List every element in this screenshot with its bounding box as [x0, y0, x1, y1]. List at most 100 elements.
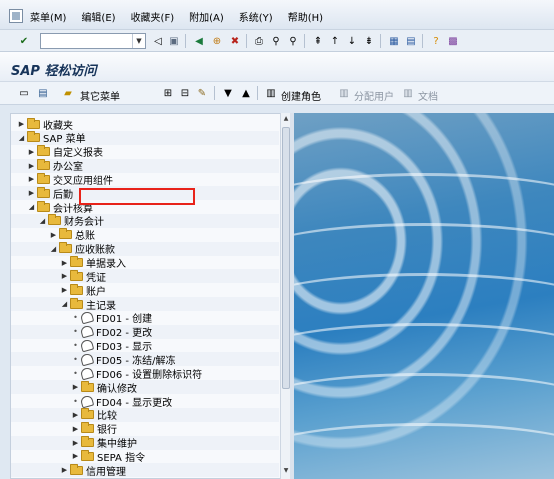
documentation-button[interactable]: 文档: [418, 88, 438, 103]
tree-node-transaction[interactable]: • FD04 - 显示更改: [71, 394, 172, 409]
create-shortcut-icon[interactable]: ▤: [403, 33, 419, 49]
tree-node-folder[interactable]: ▶ 办公室: [27, 159, 83, 173]
transaction-cube-icon: [79, 352, 95, 367]
collapsed-arrow-icon[interactable]: ▶: [17, 120, 26, 128]
expanded-arrow-icon[interactable]: ◢: [60, 300, 69, 308]
edit-pencil-icon[interactable]: ✎: [194, 85, 210, 101]
tree-node-folder[interactable]: ◢ 财务会计: [38, 214, 104, 229]
chevron-down-icon[interactable]: ▼: [132, 34, 145, 48]
delete-favorite-icon[interactable]: ⊟: [177, 85, 193, 101]
new-session-icon[interactable]: ▦: [386, 33, 402, 49]
help-icon[interactable]: ?: [428, 33, 444, 49]
tree-node-label: 信用管理: [86, 466, 126, 478]
collapsed-arrow-icon[interactable]: ▶: [27, 162, 36, 170]
tree-node-transaction[interactable]: • FD02 - 更改: [71, 324, 152, 339]
tree-node-transaction[interactable]: • FD01 - 创建: [71, 311, 152, 325]
tree-node-label: SAP 菜单: [43, 134, 86, 146]
tree-node-folder[interactable]: ▶ 银行: [71, 422, 117, 436]
tree-node-folder[interactable]: ▶ 总账: [49, 228, 95, 242]
exit-icon[interactable]: ⊕: [209, 33, 225, 49]
next-page-icon[interactable]: ↓: [344, 33, 360, 49]
tree-node-folder[interactable]: ◢ SAP 菜单: [17, 131, 86, 146]
find-icon[interactable]: ⚲: [268, 33, 284, 49]
save-icon[interactable]: ▣: [166, 33, 182, 49]
menu-item-help[interactable]: 帮助(H): [288, 9, 323, 24]
tree-node-folder[interactable]: ▶ 后勤: [27, 186, 73, 201]
tree-node-folder[interactable]: ▶ 收藏夹: [17, 117, 73, 132]
collapsed-arrow-icon[interactable]: ▶: [71, 411, 80, 419]
tree-row: ▶ 比较: [11, 407, 279, 422]
collapsed-arrow-icon[interactable]: ▶: [71, 439, 80, 447]
collapsed-arrow-icon[interactable]: ▶: [71, 425, 80, 433]
tree-row: ▶ 集中维护: [11, 435, 279, 450]
menu-item-edit[interactable]: 编辑(E): [81, 9, 115, 24]
assign-user-button[interactable]: 分配用户: [354, 88, 394, 103]
tree-node-folder[interactable]: ▶ 自定义报表: [27, 145, 103, 159]
collapsed-arrow-icon[interactable]: ▶: [71, 383, 80, 391]
sap-menu-icon[interactable]: ▤: [35, 85, 51, 101]
create-role-button[interactable]: 创建角色: [281, 88, 321, 103]
expanded-arrow-icon[interactable]: ◢: [17, 134, 26, 142]
other-menu-icon[interactable]: ▰: [60, 85, 76, 101]
tree-node-label: 财务会计: [64, 217, 104, 229]
command-field[interactable]: ▼: [40, 33, 146, 49]
tree-node-transaction[interactable]: • FD05 - 冻结/解冻: [71, 352, 176, 367]
collapsed-arrow-icon[interactable]: ▶: [49, 231, 58, 239]
first-page-icon[interactable]: ⇞: [310, 33, 326, 49]
menu-item-favorites[interactable]: 收藏夹(F): [131, 9, 175, 24]
move-down-icon[interactable]: ▼: [220, 85, 236, 101]
menu-tree: ▶ 收藏夹 ◢ SAP 菜单 ▶ 自定义报表 ▶ 办公室 ▶ 交叉应用组件 ▶ 后勤 ◢ 会计核算 ◢ 财务会…: [10, 113, 290, 479]
tree-node-folder[interactable]: ▶ 比较: [71, 408, 117, 422]
tree-node-folder[interactable]: ▶ 信用管理: [60, 463, 126, 478]
last-page-icon[interactable]: ⇟: [361, 33, 377, 49]
collapsed-arrow-icon[interactable]: ▶: [27, 175, 36, 183]
cancel-icon[interactable]: ✖: [227, 33, 243, 49]
tree-node-folder[interactable]: ▶ 集中维护: [71, 436, 137, 450]
add-favorite-icon[interactable]: ⊞: [160, 85, 176, 101]
expanded-arrow-icon[interactable]: ◢: [38, 217, 47, 225]
collapsed-arrow-icon[interactable]: ▶: [60, 286, 69, 294]
tree-scrollbar[interactable]: ▲ ▼: [280, 113, 290, 479]
collapsed-arrow-icon[interactable]: ▶: [60, 466, 69, 474]
standard-toolbar: ✔ ▼ ◁ ▣ ◀ ⊕ ✖ ⎙ ⚲ ⚲ ⇞ ↑ ↓ ⇟ ▦ ▤ ? ▩: [0, 30, 554, 52]
print-icon[interactable]: ⎙: [251, 33, 267, 49]
find-next-icon[interactable]: ⚲: [285, 33, 301, 49]
tree-node-folder[interactable]: ◢ 主记录: [60, 297, 116, 312]
move-up-icon[interactable]: ▲: [238, 85, 254, 101]
collapsed-arrow-icon[interactable]: ▶: [60, 259, 69, 267]
menu-item-menu[interactable]: 菜单(M): [30, 9, 66, 24]
tree-node-folder[interactable]: ▶ 单据录入: [60, 256, 126, 270]
tree-node-folder[interactable]: ▶ 账户: [60, 283, 106, 298]
create-role-icon[interactable]: ▥: [263, 85, 279, 101]
previous-page-icon[interactable]: ↑: [327, 33, 343, 49]
folder-icon: [48, 214, 61, 226]
scroll-thumb[interactable]: [282, 127, 290, 389]
scroll-down-icon[interactable]: ▼: [282, 467, 290, 477]
tree-node-transaction[interactable]: • FD06 - 设置删除标识符: [71, 366, 202, 381]
tree-node-folder[interactable]: ◢ 应收账款: [49, 242, 115, 256]
collapsed-arrow-icon[interactable]: ▶: [27, 148, 36, 156]
expanded-arrow-icon[interactable]: ◢: [27, 203, 36, 211]
other-menu-button[interactable]: 其它菜单: [80, 88, 120, 103]
tree-node-folder[interactable]: ▶ 凭证: [60, 269, 106, 284]
menu-item-extras[interactable]: 附加(A): [189, 9, 224, 24]
enter-checkmark-icon[interactable]: ✔: [16, 33, 32, 49]
layout-menu-icon[interactable]: ▩: [445, 33, 461, 49]
tree-node-transaction[interactable]: • FD03 - 显示: [71, 338, 152, 353]
collapsed-arrow-icon[interactable]: ▶: [27, 189, 36, 197]
collapse-left-icon[interactable]: ◁: [150, 33, 166, 49]
back-icon[interactable]: ◀: [191, 33, 207, 49]
tree-node-folder[interactable]: ▶ 交叉应用组件: [27, 172, 113, 187]
collapsed-arrow-icon[interactable]: ▶: [60, 272, 69, 280]
user-menu-icon[interactable]: ▭: [16, 85, 32, 101]
tree-node-folder[interactable]: ▶ SEPA 指令: [71, 449, 146, 464]
menu-item-system[interactable]: 系统(Y): [239, 9, 273, 24]
tree-node-label: SEPA 指令: [97, 452, 146, 464]
scroll-up-icon[interactable]: ▲: [282, 115, 290, 125]
collapsed-arrow-icon[interactable]: ▶: [71, 452, 80, 460]
assign-user-icon: ▥: [339, 87, 349, 99]
expanded-arrow-icon[interactable]: ◢: [49, 245, 58, 253]
tree-node-folder[interactable]: ▶ 确认修改: [71, 380, 137, 395]
tree-node-label: 收藏夹: [43, 120, 73, 132]
system-menu-icon[interactable]: [9, 9, 23, 23]
